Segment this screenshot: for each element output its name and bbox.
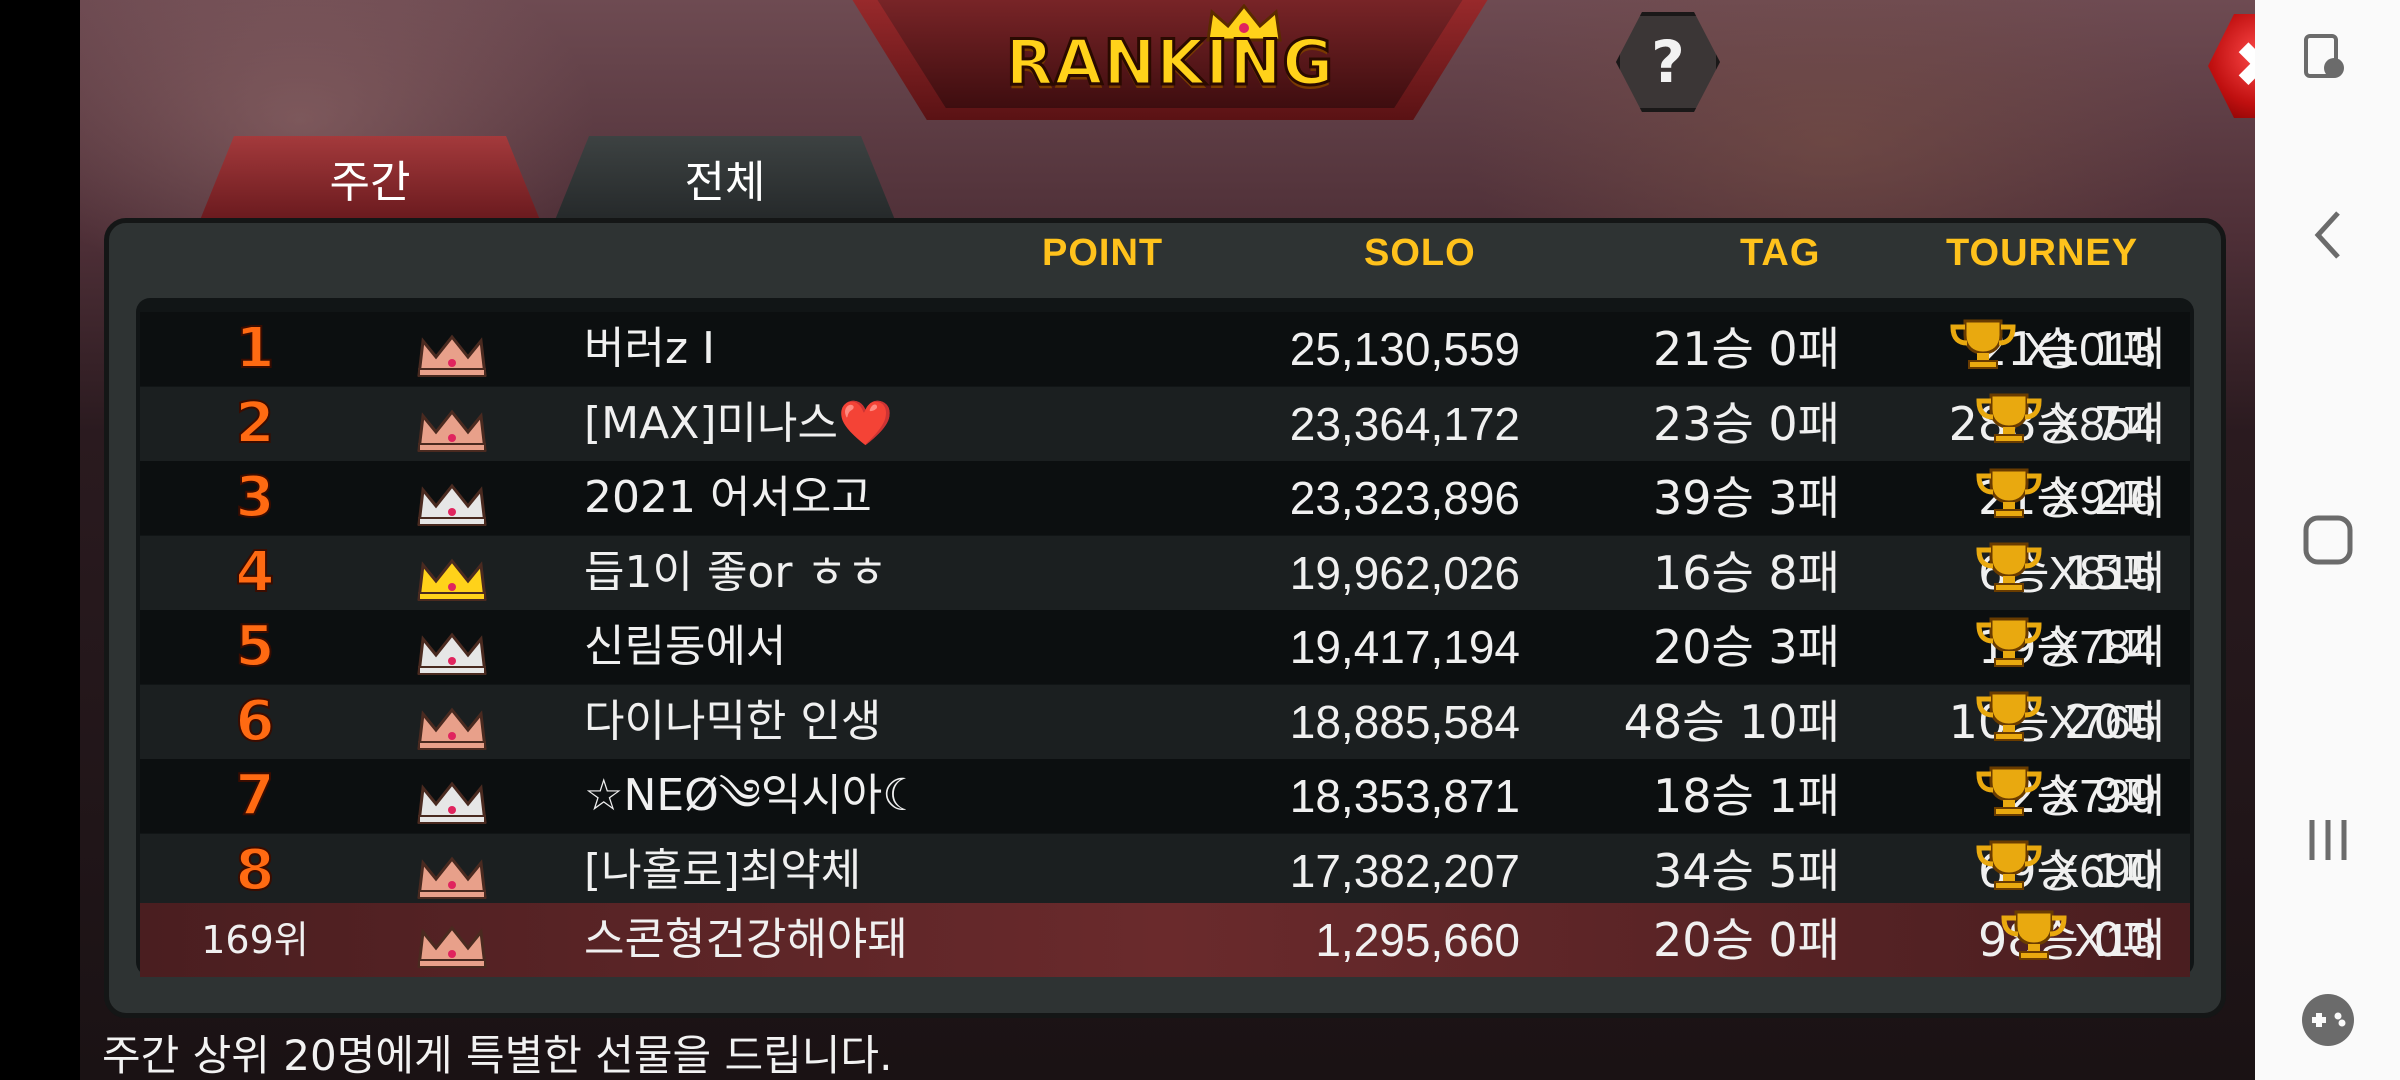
crown-icon: [416, 326, 488, 377]
player-name: 버러z I: [584, 323, 716, 374]
rank-number: 3: [235, 464, 276, 531]
trophy-icon: [1998, 908, 2070, 973]
tourney-value: X690: [2048, 844, 2156, 897]
tab-all[interactable]: 전체: [555, 136, 895, 220]
my-rank-row[interactable]: 169위 스콘형건강해야돼 1,295,660 20승 0패 98승 0패 X13: [140, 903, 2190, 977]
crown-icon: [416, 773, 488, 824]
crown-icon: [416, 401, 488, 452]
column-header-solo: SOLO: [1364, 232, 1476, 274]
rank-number: 6: [235, 688, 276, 755]
game-tools-icon[interactable]: [2255, 970, 2400, 1070]
tourney-count: X690: [1973, 834, 2156, 908]
player-name: 듭1이 좋or ㅎㅎ: [584, 546, 888, 598]
crown-icon: [416, 550, 488, 601]
tab-weekly[interactable]: 주간: [200, 136, 540, 220]
tourney-count: X13: [1998, 903, 2156, 977]
recent-apps-icon[interactable]: [2255, 790, 2400, 890]
table-row[interactable]: 2 [MAX]미나스❤️ 23,364,172 23승 0패 288승 7패 X854: [140, 386, 2190, 461]
tourney-count: X765: [1973, 685, 2156, 759]
table-row[interactable]: 6 다이나믹한 인생 18,885,584 48승 10패 10승 20패 X765: [140, 684, 2190, 759]
rank-number: 4: [235, 539, 276, 606]
tourney-count: X815: [1973, 536, 2156, 610]
crown-icon: [416, 848, 488, 899]
tourney-value: X739: [2048, 770, 2156, 822]
tourney-count: X854: [1973, 387, 2156, 461]
trophy-icon: [1973, 615, 2045, 680]
trophy-icon: [1973, 540, 2045, 605]
tourney-count: X1013: [1947, 312, 2156, 386]
tourney-count: X784: [1973, 610, 2156, 684]
crown-icon: [416, 624, 488, 675]
table-row[interactable]: 3 2021 어서오고 23,323,896 39승 3패 21승 2패 X946: [140, 461, 2190, 535]
trophy-icon: [1973, 838, 2045, 903]
home-icon[interactable]: [2255, 490, 2400, 590]
tourney-count: X739: [1973, 759, 2156, 833]
player-name: [나홀로]최약체: [584, 844, 862, 896]
rank-number: 5: [235, 613, 276, 680]
tourney-value: X815: [2048, 546, 2156, 599]
system-nav-bar: [2255, 0, 2400, 1080]
player-name: ☆NEØ༄익시아☾: [584, 770, 922, 821]
player-name: 신림동에서: [584, 621, 787, 672]
game-screen: RANKING ? ✖ 주간 전체 POINT SOLO TAG TOURNEY…: [80, 0, 2255, 1080]
tourney-value: X13: [2074, 914, 2156, 966]
tourney-count: X946: [1973, 461, 2156, 535]
rank-number: 7: [235, 762, 276, 829]
table-row[interactable]: 1 버러z I 25,130,559 21승 0패 21승 1패 X1013: [140, 312, 2190, 386]
crown-icon: [416, 917, 488, 968]
tourney-value: X854: [2048, 397, 2156, 450]
trophy-icon: [1973, 466, 2045, 531]
rank-number: 8: [235, 837, 276, 904]
trophy-icon: [1973, 689, 2045, 754]
player-name: [MAX]미나스❤️: [584, 397, 893, 449]
table-row[interactable]: 8 [나홀로]최약체 17,382,207 34승 5패 69승 1패 X690: [140, 833, 2190, 908]
player-name: 스콘형건강해야돼: [584, 914, 908, 965]
rank-number: 1: [235, 315, 276, 382]
column-header-tag: TAG: [1740, 232, 1821, 274]
rank-number: 2: [235, 390, 276, 457]
table-row[interactable]: 7 ☆NEØ༄익시아☾ 18,353,871 18승 1패 2승 9패 X739: [140, 759, 2190, 833]
tourney-value: X946: [2048, 472, 2156, 524]
footer-notice: 주간 상위 20명에게 특별한 선물을 드립니다.: [102, 1031, 893, 1080]
column-header-point: POINT: [1042, 232, 1164, 274]
rank-number: 169위: [201, 918, 309, 962]
trophy-icon: [1947, 317, 2019, 382]
back-icon[interactable]: [2255, 185, 2400, 285]
trophy-icon: [1973, 764, 2045, 829]
help-button[interactable]: ?: [1616, 12, 1720, 112]
tourney-value: X1013: [2022, 323, 2156, 375]
crown-icon: [416, 475, 488, 526]
tourney-value: X784: [2048, 621, 2156, 673]
screen-touch-icon[interactable]: [2255, 10, 2400, 110]
page-title: RANKING: [1004, 25, 1335, 101]
column-header-tourney: TOURNEY: [1946, 232, 2139, 274]
close-button[interactable]: ✖: [2208, 14, 2255, 118]
crown-icon: [416, 699, 488, 750]
table-row[interactable]: 5 신림동에서 19,417,194 20승 3패 19승 1패 X784: [140, 610, 2190, 684]
player-name: 다이나믹한 인생: [584, 695, 882, 747]
tourney-value: X765: [2048, 695, 2156, 748]
player-name: 2021 어서오고: [584, 472, 872, 523]
trophy-icon: [1973, 391, 2045, 456]
table-row[interactable]: 4 듭1이 좋or ㅎㅎ 19,962,026 16승 8패 6승 15패 X815: [140, 535, 2190, 610]
